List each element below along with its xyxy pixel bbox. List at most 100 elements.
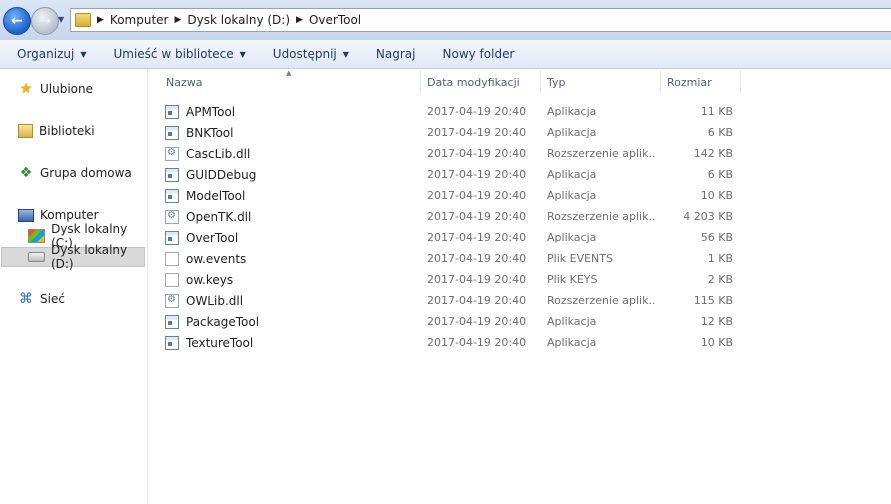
file-name: BNKTool [186, 125, 234, 140]
file-date-cell: 2017-04-19 20:40 [427, 294, 527, 307]
file-type-cell: Plik KEYS [547, 273, 598, 286]
file-name-cell: OWLib.dll [165, 290, 420, 311]
application-icon [165, 314, 179, 329]
file-row[interactable]: APMTool 2017-04-19 20:40 Aplikacja 11 KB [148, 101, 748, 122]
dll-file-icon [165, 293, 179, 308]
file-row[interactable]: ow.keys 2017-04-19 20:40 Plik KEYS 2 KB [148, 269, 748, 290]
file-name-cell: CascLib.dll [165, 143, 420, 164]
breadcrumb-overtool[interactable]: OverTool [309, 13, 361, 27]
homegroup-icon: ❖ [19, 165, 33, 181]
application-icon [165, 230, 179, 245]
file-size-cell: 6 KB [707, 126, 733, 139]
file-size-cell: 11 KB [700, 105, 733, 118]
file-row[interactable]: ModelTool 2017-04-19 20:40 Aplikacja 10 KB [148, 185, 748, 206]
application-icon [165, 188, 179, 203]
file-size-cell: 12 KB [700, 315, 733, 328]
file-size-cell: 115 KB [693, 294, 733, 307]
file-name: CascLib.dll [186, 146, 251, 161]
file-type-cell: Aplikacja [547, 336, 597, 349]
file-date-cell: 2017-04-19 20:40 [427, 231, 527, 244]
column-header-size[interactable]: Rozmiar [667, 69, 737, 95]
back-button[interactable]: ← [3, 7, 31, 35]
include-in-library-button[interactable]: Umieść w bibliotece ▼ [96, 47, 255, 61]
file-size-cell: 6 KB [707, 168, 733, 181]
file-date-cell: 2017-04-19 20:40 [427, 273, 527, 286]
address-bar[interactable]: ▶ Komputer ▶ Dysk lokalny (D:) ▶ OverToo… [70, 8, 891, 32]
column-divider[interactable] [420, 71, 421, 93]
file-name-cell: ow.keys [165, 269, 420, 290]
column-header-name[interactable]: Nazwa [166, 69, 416, 95]
nav-favorites[interactable]: ★ Ulubione [18, 79, 93, 99]
burn-button[interactable]: Nagraj [359, 47, 426, 61]
file-type-cell: Aplikacja [547, 105, 597, 118]
computer-icon [18, 208, 34, 222]
chevron-down-icon: ▼ [80, 49, 87, 59]
star-icon: ★ [19, 81, 33, 97]
system-drive-icon [28, 229, 46, 243]
column-divider[interactable] [660, 71, 661, 93]
file-type-cell: Aplikacja [547, 231, 597, 244]
file-date-cell: 2017-04-19 20:40 [427, 105, 527, 118]
file-name: GUIDDebug [186, 167, 257, 182]
file-size-cell: 10 KB [700, 189, 733, 202]
chevron-right-icon[interactable]: ▶ [174, 15, 181, 25]
file-date-cell: 2017-04-19 20:40 [427, 126, 527, 139]
nav-network[interactable]: ⌘ Sieć [18, 289, 65, 309]
new-folder-button[interactable]: Nowy folder [426, 47, 525, 61]
file-row[interactable]: CascLib.dll 2017-04-19 20:40 Rozszerzenie … [148, 143, 748, 164]
chevron-right-icon[interactable]: ▶ [97, 15, 104, 25]
file-row[interactable]: PackageTool 2017-04-19 20:40 Aplikacja 12 K… [148, 311, 748, 332]
column-header-type[interactable]: Typ [547, 69, 657, 95]
file-date-cell: 2017-04-19 20:40 [427, 189, 527, 202]
file-name-cell: ow.events [165, 248, 420, 269]
chevron-right-icon[interactable]: ▶ [296, 15, 303, 25]
application-icon [165, 167, 179, 182]
file-name-cell: APMTool [165, 101, 420, 122]
file-size-cell: 56 KB [700, 231, 733, 244]
command-bar: Organizuj ▼ Umieść w bibliotece ▼ Udostępn… [0, 40, 891, 69]
dll-file-icon [165, 146, 179, 161]
file-name-cell: OverTool [165, 227, 420, 248]
file-size-cell: 10 KB [700, 336, 733, 349]
forward-button[interactable]: → [31, 7, 59, 35]
file-name: TextureTool [186, 335, 254, 350]
column-header-date[interactable]: Data modyfikacji [427, 69, 537, 95]
file-row[interactable]: OWLib.dll 2017-04-19 20:40 Rozszerzenie ap… [148, 290, 748, 311]
breadcrumb-computer[interactable]: Komputer [110, 13, 169, 27]
share-button[interactable]: Udostępnij ▼ [256, 47, 359, 61]
chevron-down-icon: ▼ [239, 49, 246, 59]
file-type-cell: Aplikacja [547, 168, 597, 181]
nav-drive-d[interactable]: Dysk lokalny (D:) [28, 243, 147, 271]
file-name-cell: BNKTool [165, 122, 420, 143]
file-name: OWLib.dll [186, 293, 244, 308]
nav-homegroup[interactable]: ❖ Grupa domowa [18, 163, 132, 183]
file-row[interactable]: OverTool 2017-04-19 20:40 Aplikacja 56 KB [148, 227, 748, 248]
file-date-cell: 2017-04-19 20:40 [427, 147, 527, 160]
file-date-cell: 2017-04-19 20:40 [427, 252, 527, 265]
file-date-cell: 2017-04-19 20:40 [427, 168, 527, 181]
file-row[interactable]: TextureTool 2017-04-19 20:40 Aplikacja 10 K… [148, 332, 748, 353]
recent-pages-dropdown-icon[interactable]: ▼ [58, 15, 64, 24]
breadcrumb-drive-d[interactable]: Dysk lokalny (D:) [187, 13, 290, 27]
generic-file-icon [165, 272, 179, 287]
file-type-cell: Aplikacja [547, 315, 597, 328]
network-icon: ⌘ [19, 291, 33, 307]
file-date-cell: 2017-04-19 20:40 [427, 336, 527, 349]
column-divider[interactable] [540, 71, 541, 93]
generic-file-icon [165, 251, 179, 266]
nav-libraries[interactable]: Biblioteki [18, 121, 95, 141]
file-row[interactable]: ow.events 2017-04-19 20:40 Plik EVENTS 1 KB [148, 248, 748, 269]
application-icon [165, 335, 179, 350]
file-row[interactable]: GUIDDebug 2017-04-19 20:40 Aplikacja 6 KB [148, 164, 748, 185]
file-row[interactable]: BNKTool 2017-04-19 20:40 Aplikacja 6 KB [148, 122, 748, 143]
column-divider[interactable] [740, 71, 741, 93]
file-row[interactable]: OpenTK.dll 2017-04-19 20:40 Rozszerzenie a… [148, 206, 748, 227]
navigation-pane: ★ Ulubione Biblioteki ❖ Grupa domowa Kom… [0, 69, 148, 504]
arrow-right-icon: → [39, 13, 51, 29]
file-name-cell: ModelTool [165, 185, 420, 206]
file-size-cell: 2 KB [707, 273, 733, 286]
file-size-cell: 4 203 KB [683, 210, 733, 223]
organize-button[interactable]: Organizuj ▼ [0, 47, 96, 61]
file-type-cell: Aplikacja [547, 189, 597, 202]
file-type-cell: Rozszerzenie aplik... [547, 210, 655, 223]
